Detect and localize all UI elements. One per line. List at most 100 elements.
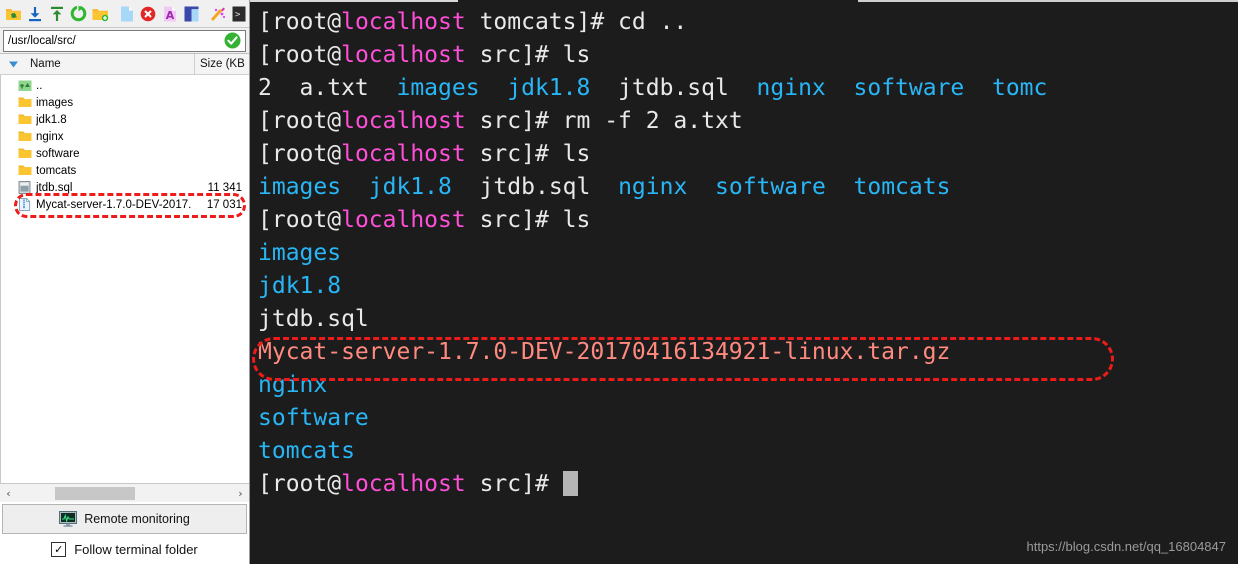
list-item-name: jtdb.sql xyxy=(36,181,73,194)
scrollbar-track[interactable] xyxy=(17,486,232,500)
terminal-text: [root@ xyxy=(258,42,342,68)
terminal-text: images xyxy=(258,174,342,200)
folder-icon xyxy=(18,164,32,177)
terminal-line: [root@localhost tomcats]# cd .. xyxy=(258,6,1238,39)
upload-icon[interactable] xyxy=(47,3,67,25)
column-header-name[interactable]: Name xyxy=(26,58,194,70)
new-file-icon[interactable] xyxy=(117,3,137,25)
monitor-icon xyxy=(59,511,78,527)
terminal-line: jdk1.8 xyxy=(258,270,1238,303)
path-input-wrapper[interactable]: /usr/local/src/ xyxy=(3,29,246,52)
list-item-name: images xyxy=(36,96,74,109)
scrollbar-thumb[interactable] xyxy=(55,486,135,500)
list-item[interactable]: nginx xyxy=(0,128,249,145)
terminal-text: jtdb.sql xyxy=(590,75,757,101)
terminal-text: tomc xyxy=(991,75,1048,101)
list-item[interactable]: images xyxy=(0,94,249,111)
terminal-text: nginx xyxy=(618,174,688,200)
follow-terminal-folder-checkbox[interactable]: ✓ xyxy=(51,541,67,557)
terminal-line: [root@localhost src]# ls xyxy=(258,39,1238,72)
terminal-line: [root@localhost src]# ls xyxy=(258,204,1238,237)
horizontal-scrollbar[interactable]: ‹ › xyxy=(0,483,249,502)
refresh-icon[interactable] xyxy=(69,3,89,25)
terminal-text: localhost xyxy=(341,42,466,68)
terminal-text: jtdb.sql xyxy=(451,174,619,200)
terminal-text: [root@ xyxy=(258,9,342,35)
file-list-header: Name Size (KB xyxy=(0,54,249,75)
terminal-text: Mycat-server-1.7.0-DEV-20170416134921-li… xyxy=(258,339,951,365)
list-item-name: Mycat-server-1.7.0-DEV-2017... xyxy=(36,198,192,211)
parent-folder-icon[interactable] xyxy=(4,3,24,25)
parent-dir-icon xyxy=(18,79,32,92)
terminal-text: [root@ xyxy=(258,108,342,134)
terminal-text: 2 a.txt xyxy=(258,75,397,101)
rename-icon[interactable]: A xyxy=(160,3,180,25)
terminal-text: nginx xyxy=(258,372,328,398)
folder-icon xyxy=(18,130,32,143)
sort-ascending-icon[interactable] xyxy=(0,61,26,68)
magic-wand-icon[interactable] xyxy=(208,3,228,25)
check-circle-icon xyxy=(224,32,241,49)
terminal-text: nginx xyxy=(756,75,826,101)
list-item[interactable]: software xyxy=(0,145,249,162)
terminal-text: localhost xyxy=(341,207,466,233)
list-item[interactable]: tomcats xyxy=(0,162,249,179)
terminal-text: tomcats xyxy=(258,438,355,464)
list-item[interactable]: jtdb.sql 11 341 xyxy=(0,179,249,196)
terminal-line: Mycat-server-1.7.0-DEV-20170416134921-li… xyxy=(258,336,1238,369)
list-item-name: jdk1.8 xyxy=(36,113,67,126)
terminal-text: [root@ xyxy=(258,471,342,497)
terminal-line: software xyxy=(258,402,1238,435)
new-folder-icon[interactable] xyxy=(90,3,110,25)
terminal-text: jdk1.8 xyxy=(258,273,342,299)
list-item-size: 11 341 xyxy=(207,181,242,194)
app-window: A > /usr/local/src/ Name Size (KB .. ima… xyxy=(0,0,1238,564)
list-item[interactable]: Mycat-server-1.7.0-DEV-2017... 17 031 xyxy=(0,196,249,213)
terminal-icon[interactable]: > xyxy=(230,3,250,25)
terminal-text: jtdb.sql xyxy=(258,306,369,332)
remote-monitoring-button[interactable]: Remote monitoring xyxy=(2,504,247,534)
terminal-top-edge-right xyxy=(858,0,1238,2)
folder-icon xyxy=(18,96,32,109)
list-item-name: nginx xyxy=(36,130,64,143)
terminal-text: tomcats]# cd .. xyxy=(465,9,688,35)
terminal-line: [root@localhost src]# xyxy=(258,468,1238,501)
terminal-text: jdk1.8 xyxy=(507,75,591,101)
terminal-text: src]# ls xyxy=(465,207,591,233)
download-icon[interactable] xyxy=(26,3,46,25)
terminal-line: jtdb.sql xyxy=(258,303,1238,336)
terminal-text: src]# ls xyxy=(465,141,591,167)
file-icon xyxy=(18,181,32,194)
terminal-text: localhost xyxy=(341,141,466,167)
list-item[interactable]: jdk1.8 xyxy=(0,111,249,128)
terminal-text: src]# xyxy=(465,471,563,497)
scroll-left-arrow-icon[interactable]: ‹ xyxy=(0,485,17,502)
folder-icon xyxy=(18,113,32,126)
file-browser-panel: A > /usr/local/src/ Name Size (KB .. ima… xyxy=(0,0,250,564)
watermark-text: https://blog.csdn.net/qq_16804847 xyxy=(1026,539,1227,554)
column-header-size[interactable]: Size (KB xyxy=(194,54,249,74)
delete-icon[interactable] xyxy=(138,3,158,25)
file-toolbar: A > xyxy=(0,0,249,28)
svg-text:A: A xyxy=(165,9,174,22)
follow-terminal-folder-row[interactable]: ✓ Follow terminal folder xyxy=(0,534,249,564)
terminal-text: [root@ xyxy=(258,207,342,233)
terminal-pane[interactable]: [root@localhost tomcats]# cd .. [root@loc… xyxy=(250,0,1238,564)
list-item[interactable]: .. xyxy=(0,77,249,94)
terminal-output: [root@localhost tomcats]# cd .. [root@loc… xyxy=(258,6,1238,501)
properties-icon[interactable] xyxy=(181,3,201,25)
address-bar: /usr/local/src/ xyxy=(0,28,249,54)
terminal-line: nginx xyxy=(258,369,1238,402)
terminal-text: images xyxy=(258,240,342,266)
scroll-right-arrow-icon[interactable]: › xyxy=(232,485,249,502)
file-list[interactable]: .. images jdk1.8 nginx software tomcats … xyxy=(0,75,249,483)
path-input[interactable]: /usr/local/src/ xyxy=(8,31,224,51)
terminal-line: images xyxy=(258,237,1238,270)
terminal-text: localhost xyxy=(341,471,466,497)
terminal-text: images xyxy=(396,75,480,101)
